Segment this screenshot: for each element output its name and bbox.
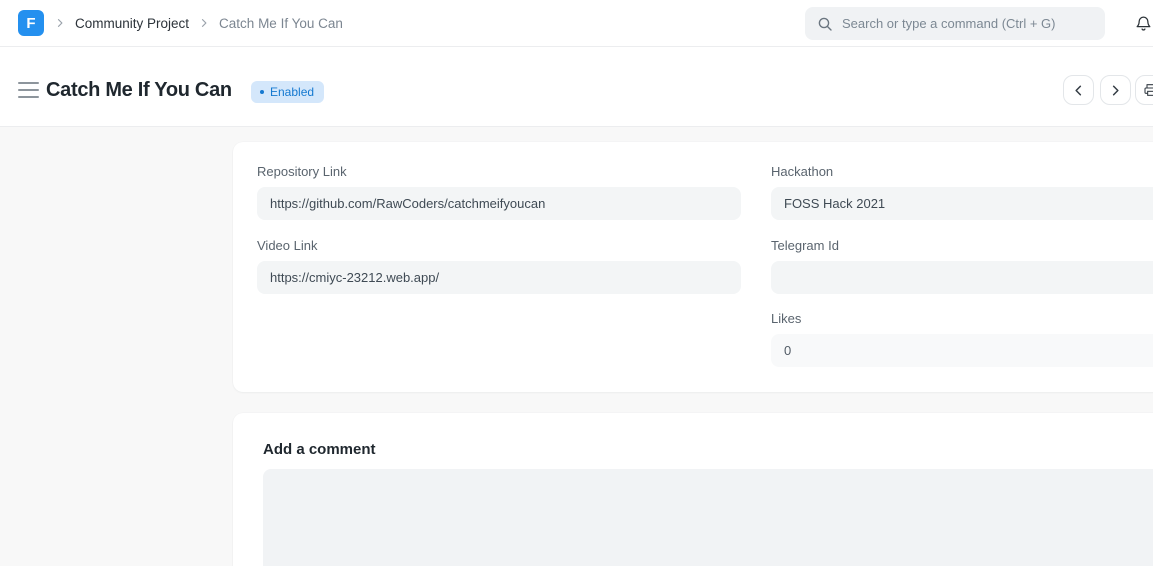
page-title: Catch Me If You Can bbox=[46, 77, 232, 103]
frappe-logo-letter: F bbox=[26, 15, 35, 32]
search-icon bbox=[817, 16, 833, 32]
bell-icon bbox=[1134, 14, 1153, 33]
breadcrumb: Community Project Catch Me If You Can bbox=[54, 0, 343, 46]
status-badge: Enabled bbox=[251, 81, 324, 103]
field-telegram-id: Telegram Id bbox=[771, 238, 1153, 294]
document-form-card: Repository Link Hackathon Video Link Tel… bbox=[233, 142, 1153, 392]
printer-icon bbox=[1143, 82, 1153, 98]
breadcrumb-item-community-project[interactable]: Community Project bbox=[75, 16, 189, 31]
comments-card: Add a comment bbox=[233, 413, 1153, 566]
video-link-input[interactable] bbox=[257, 261, 741, 294]
status-badge-label: Enabled bbox=[270, 85, 314, 99]
global-search-bar[interactable] bbox=[805, 7, 1105, 40]
hackathon-input[interactable] bbox=[771, 187, 1153, 220]
field-label-telegram-id: Telegram Id bbox=[771, 238, 1153, 253]
previous-document-button[interactable] bbox=[1063, 75, 1094, 105]
chevron-left-icon bbox=[1071, 83, 1086, 98]
field-hackathon: Hackathon bbox=[771, 164, 1153, 220]
top-navbar: F Community Project Catch Me If You Can bbox=[0, 0, 1153, 47]
comment-textarea[interactable] bbox=[263, 469, 1153, 566]
field-label-video-link: Video Link bbox=[257, 238, 741, 253]
breadcrumb-item-current[interactable]: Catch Me If You Can bbox=[219, 16, 343, 31]
repository-link-input[interactable] bbox=[257, 187, 741, 220]
page-header: Catch Me If You Can Enabled bbox=[0, 47, 1153, 127]
add-comment-heading: Add a comment bbox=[263, 441, 376, 458]
field-label-likes: Likes bbox=[771, 311, 1153, 326]
hamburger-icon bbox=[18, 82, 39, 98]
print-button[interactable] bbox=[1135, 75, 1153, 105]
chevron-right-icon bbox=[1108, 83, 1123, 98]
chevron-right-icon bbox=[54, 17, 66, 29]
search-input[interactable] bbox=[842, 16, 1093, 31]
likes-input[interactable] bbox=[771, 334, 1153, 367]
notifications-button[interactable] bbox=[1130, 10, 1153, 36]
frappe-logo[interactable]: F bbox=[18, 10, 44, 36]
status-dot-icon bbox=[260, 90, 264, 94]
telegram-id-input[interactable] bbox=[771, 261, 1153, 294]
field-video-link: Video Link bbox=[257, 238, 741, 294]
chevron-right-icon bbox=[198, 17, 210, 29]
sidebar-toggle-button[interactable] bbox=[17, 80, 40, 100]
next-document-button[interactable] bbox=[1100, 75, 1131, 105]
field-label-hackathon: Hackathon bbox=[771, 164, 1153, 179]
field-likes: Likes bbox=[771, 311, 1153, 367]
field-repository-link: Repository Link bbox=[257, 164, 741, 220]
field-label-repository-link: Repository Link bbox=[257, 164, 741, 179]
app-window: F Community Project Catch Me If You Can bbox=[0, 0, 1153, 566]
